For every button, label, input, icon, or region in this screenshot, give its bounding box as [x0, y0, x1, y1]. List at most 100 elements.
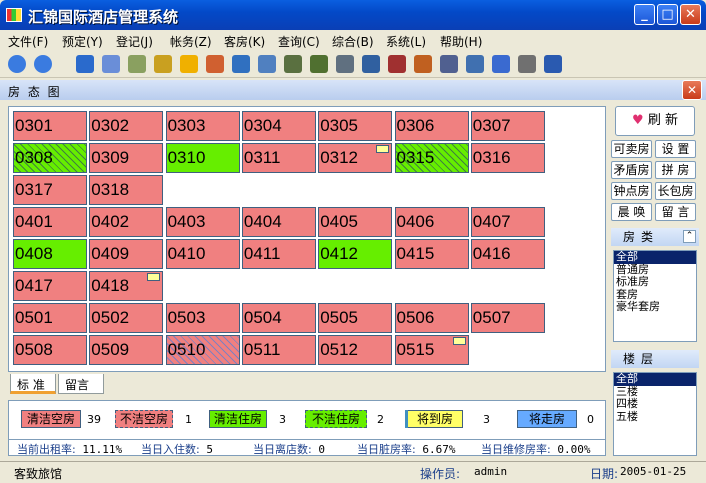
side-button[interactable]: 晨 唤 — [611, 203, 652, 221]
side-button[interactable]: 可卖房 — [611, 140, 652, 158]
room-cell[interactable]: 0503 — [165, 303, 240, 333]
side-button[interactable]: 长包房 — [655, 182, 696, 200]
menu-item[interactable]: 登记(J) — [116, 33, 153, 50]
refresh-button[interactable]: ♥ 刷 新 — [615, 106, 695, 136]
room-cell[interactable]: 0417 — [13, 271, 87, 301]
toolbar-icon[interactable] — [76, 55, 94, 73]
tab-standard[interactable]: 标 准 — [10, 374, 56, 394]
toolbar-icon[interactable] — [154, 55, 172, 73]
room-type-item[interactable]: 豪华套房 — [614, 300, 696, 314]
room-cell[interactable]: 0501 — [13, 303, 87, 333]
room-cell[interactable]: 0302 — [89, 111, 164, 141]
room-cell[interactable]: 0309 — [89, 143, 164, 173]
toolbar-icon[interactable] — [388, 55, 406, 73]
menu-item[interactable]: 预定(Y) — [62, 33, 103, 50]
toolbar-icon[interactable] — [336, 55, 354, 73]
room-cell[interactable]: 0308 — [13, 143, 87, 173]
room-cell[interactable]: 0304 — [241, 111, 316, 141]
floor-item[interactable]: 全部 — [614, 372, 696, 386]
floor-item[interactable]: 五楼 — [614, 410, 696, 424]
toolbar-icon[interactable] — [128, 55, 146, 73]
menu-item[interactable]: 系统(L) — [386, 33, 426, 50]
toolbar-icon[interactable] — [492, 55, 510, 73]
toolbar-icon[interactable] — [414, 55, 432, 73]
toolbar-icon[interactable] — [518, 55, 536, 73]
tab-messages[interactable]: 留言 — [58, 374, 104, 394]
room-cell[interactable]: 0415 — [394, 239, 469, 269]
toolbar-icon[interactable] — [466, 55, 484, 73]
toolbar-icon[interactable] — [206, 55, 224, 73]
room-cell[interactable]: 0511 — [241, 335, 316, 365]
room-cell[interactable]: 0416 — [470, 239, 545, 269]
room-cell[interactable]: 0412 — [318, 239, 393, 269]
side-button[interactable]: 钟点房 — [611, 182, 652, 200]
panel-close-button[interactable]: ✕ — [682, 80, 702, 100]
menu-item[interactable]: 客房(K) — [224, 33, 265, 50]
room-cell[interactable]: 0505 — [318, 303, 393, 333]
room-cell[interactable]: 0315 — [394, 143, 469, 173]
room-cell[interactable]: 0504 — [241, 303, 316, 333]
toolbar-icon[interactable] — [102, 55, 120, 73]
room-cell[interactable]: 0403 — [165, 207, 240, 237]
room-cell[interactable]: 0506 — [394, 303, 469, 333]
room-cell[interactable]: 0307 — [470, 111, 545, 141]
toolbar-icon[interactable] — [34, 55, 52, 73]
toolbar-icon[interactable] — [8, 55, 26, 73]
toolbar-icon[interactable] — [310, 55, 328, 73]
room-cell[interactable]: 0508 — [13, 335, 87, 365]
room-cell[interactable]: 0318 — [89, 175, 164, 205]
menu-item[interactable]: 综合(B) — [332, 33, 374, 50]
collapse-icon[interactable]: ⌃ — [683, 230, 696, 243]
room-cell[interactable]: 0507 — [470, 303, 545, 333]
room-cell[interactable]: 0301 — [13, 111, 87, 141]
room-cell[interactable]: 0411 — [241, 239, 316, 269]
floor-list[interactable]: 全部 三楼 四楼 五楼 — [613, 372, 697, 456]
toolbar-icon[interactable] — [180, 55, 198, 73]
toolbar-icon[interactable] — [362, 55, 380, 73]
room-cell[interactable]: 0401 — [13, 207, 87, 237]
side-button[interactable]: 留 言 — [655, 203, 696, 221]
floor-item[interactable]: 四楼 — [614, 397, 696, 411]
room-cell[interactable]: 0317 — [13, 175, 87, 205]
room-cell[interactable]: 0406 — [394, 207, 469, 237]
toolbar-icon[interactable] — [232, 55, 250, 73]
minimize-button[interactable]: _ — [634, 4, 655, 25]
room-cell[interactable]: 0312 — [318, 143, 393, 173]
menu-item[interactable]: 文件(F) — [8, 33, 48, 50]
side-button[interactable]: 拼 房 — [655, 161, 696, 179]
room-cell[interactable]: 0409 — [89, 239, 164, 269]
room-type-item[interactable]: 全部 — [614, 250, 696, 264]
room-cell[interactable]: 0509 — [89, 335, 164, 365]
close-button[interactable]: ✕ — [680, 4, 701, 25]
room-cell[interactable]: 0305 — [318, 111, 393, 141]
room-cell[interactable]: 0316 — [470, 143, 545, 173]
room-cell[interactable]: 0408 — [13, 239, 87, 269]
room-cell[interactable]: 0402 — [89, 207, 164, 237]
room-cell[interactable]: 0502 — [89, 303, 164, 333]
room-cell[interactable]: 0510 — [165, 335, 240, 365]
room-cell[interactable]: 0306 — [394, 111, 469, 141]
menu-item[interactable]: 帮助(H) — [440, 33, 482, 50]
panel-title: 房 态 图 — [8, 85, 62, 99]
room-cell[interactable]: 0310 — [165, 143, 240, 173]
maximize-button[interactable]: □ — [657, 4, 678, 25]
room-cell[interactable]: 0515 — [394, 335, 469, 365]
side-button[interactable]: 设 置 — [655, 140, 696, 158]
room-cell[interactable]: 0405 — [318, 207, 393, 237]
toolbar-icon[interactable] — [284, 55, 302, 73]
toolbar-icon[interactable] — [440, 55, 458, 73]
room-cell[interactable]: 0303 — [165, 111, 240, 141]
room-cell[interactable]: 0418 — [89, 271, 164, 301]
toolbar-icon[interactable] — [258, 55, 276, 73]
toolbar-icon[interactable] — [544, 55, 562, 73]
room-cell[interactable]: 0404 — [241, 207, 316, 237]
room-cell[interactable]: 0410 — [165, 239, 240, 269]
menu-item[interactable]: 帐务(Z) — [170, 33, 212, 50]
menu-item[interactable]: 查询(C) — [278, 33, 320, 50]
room-cell[interactable]: 0512 — [318, 335, 393, 365]
side-button[interactable]: 矛盾房 — [611, 161, 652, 179]
room-cell[interactable]: 0407 — [470, 207, 545, 237]
room-type-list[interactable]: 全部 普通房 标准房 套房 豪华套房 — [613, 250, 697, 342]
room-type-item[interactable]: 标准房 — [614, 275, 696, 289]
room-cell[interactable]: 0311 — [241, 143, 316, 173]
